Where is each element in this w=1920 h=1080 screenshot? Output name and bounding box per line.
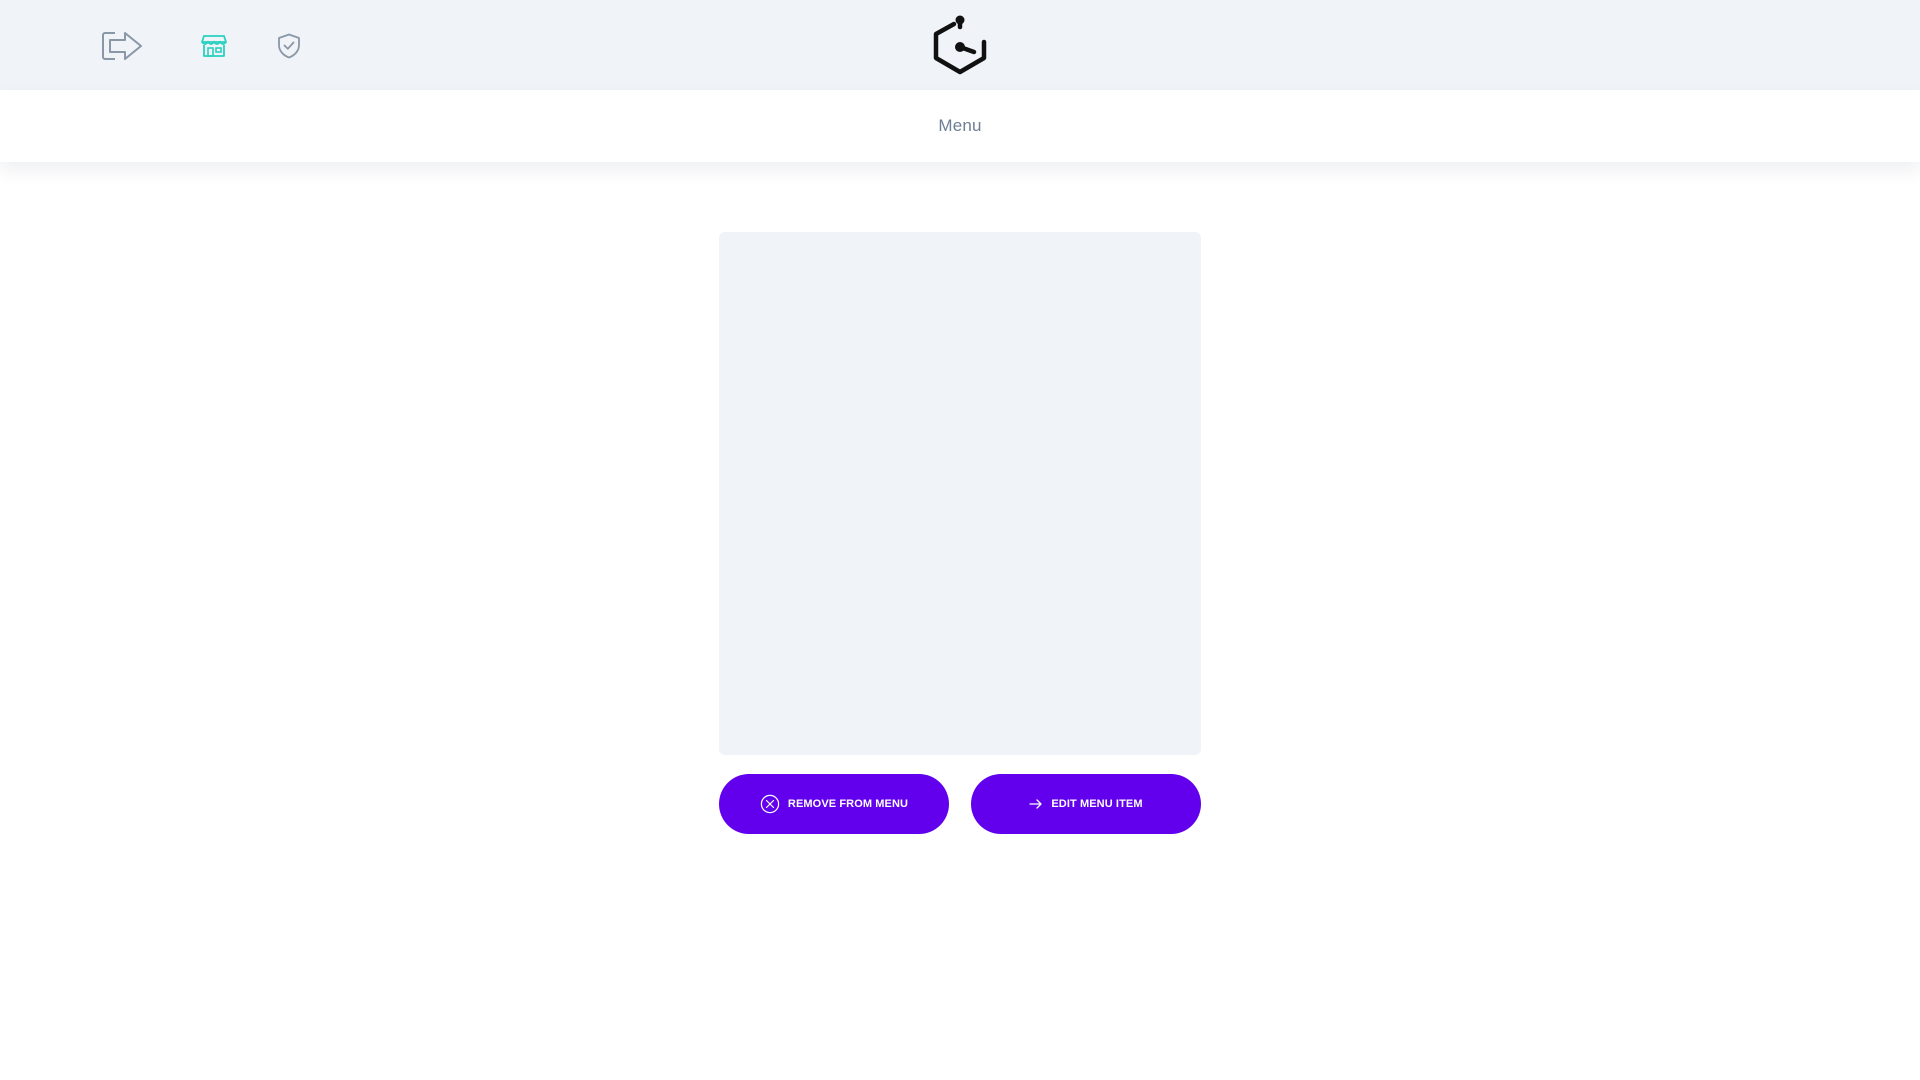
arrow-right-icon — [1029, 798, 1043, 810]
edit-menu-item-button[interactable]: EDIT MENU ITEM — [971, 774, 1201, 834]
menu-item-preview — [719, 232, 1201, 755]
edit-menu-item-label: EDIT MENU ITEM — [1051, 798, 1143, 810]
logout-icon — [102, 32, 142, 60]
store-button[interactable] — [198, 30, 230, 62]
top-navigation-bar — [0, 0, 1920, 90]
remove-from-menu-button[interactable]: REMOVE FROM MENU — [719, 774, 949, 834]
page-title: Menu — [938, 116, 982, 135]
page-header: Menu — [0, 90, 1920, 162]
hexagon-logo-icon — [933, 15, 987, 75]
logout-button[interactable] — [100, 26, 144, 66]
circle-x-icon — [760, 794, 780, 814]
shield-check-icon — [278, 33, 300, 59]
store-icon — [201, 35, 227, 57]
app-logo — [930, 14, 990, 76]
security-button[interactable] — [274, 30, 304, 62]
remove-from-menu-label: REMOVE FROM MENU — [787, 798, 909, 810]
